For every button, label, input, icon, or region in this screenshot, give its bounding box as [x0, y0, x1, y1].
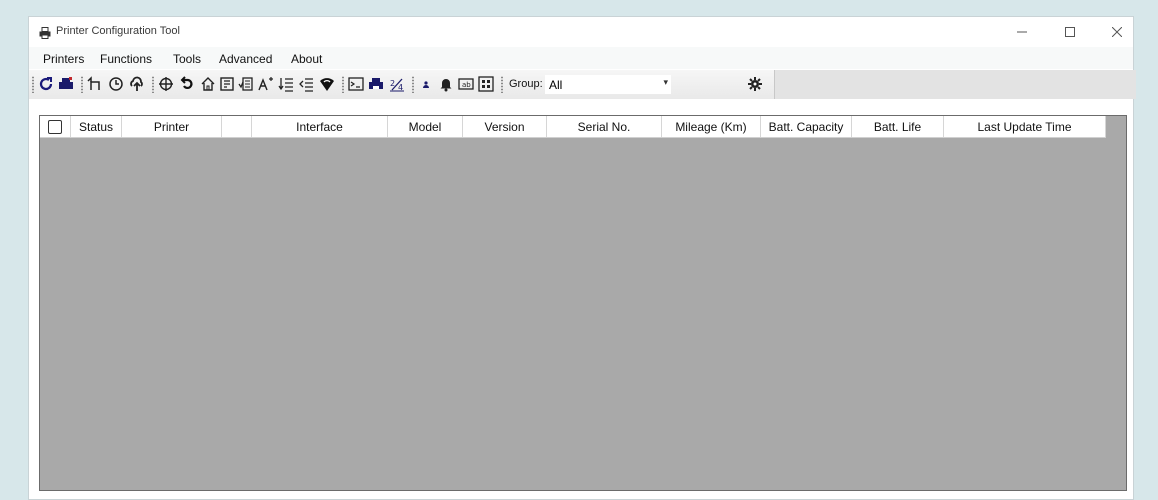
gear-icon[interactable] [747, 76, 763, 92]
cloud-upload-icon[interactable] [129, 76, 145, 92]
home-icon[interactable] [200, 76, 216, 92]
menu-about[interactable]: About [291, 52, 322, 66]
group-select-value: All [549, 78, 563, 92]
title-bar[interactable]: Printer Configuration Tool [29, 17, 1133, 47]
close-button[interactable] [1100, 21, 1134, 43]
column-header-version[interactable]: Version [463, 116, 547, 137]
toolbar-separator [412, 76, 414, 93]
terminal-icon[interactable] [348, 76, 364, 92]
printer-settings-icon[interactable] [58, 76, 74, 92]
printer-icon[interactable] [368, 76, 384, 92]
maximize-button[interactable] [1053, 21, 1087, 43]
user-icon[interactable] [418, 76, 434, 92]
group-select[interactable]: All ▾ [545, 75, 671, 94]
menu-functions[interactable]: Functions [100, 52, 152, 66]
grid-header: Status Printer Interface Model Version S… [40, 116, 1106, 138]
clock-icon[interactable] [108, 76, 124, 92]
label-icon[interactable] [219, 76, 235, 92]
printer-list-grid[interactable]: Status Printer Interface Model Version S… [39, 115, 1127, 491]
font-size-icon[interactable] [258, 76, 274, 92]
toolbar-separator [152, 76, 154, 93]
refresh-icon[interactable] [38, 76, 54, 92]
undo-icon[interactable] [179, 76, 195, 92]
bell-icon[interactable] [438, 76, 454, 92]
target-icon[interactable] [158, 76, 174, 92]
select-all-header[interactable] [40, 116, 71, 137]
column-header-serial-no[interactable]: Serial No. [547, 116, 662, 137]
feed-icon[interactable] [87, 76, 103, 92]
column-header-last-update-time[interactable]: Last Update Time [944, 116, 1106, 137]
column-header-printer[interactable]: Printer [122, 116, 222, 137]
percent-icon[interactable]: 24 [389, 76, 405, 92]
text-field-icon[interactable]: ab [458, 76, 474, 92]
toolbar-grip[interactable] [32, 76, 34, 93]
window-title: Printer Configuration Tool [56, 25, 180, 37]
menu-advanced[interactable]: Advanced [219, 52, 272, 66]
menu-tools[interactable]: Tools [173, 52, 201, 66]
svg-text:ab: ab [462, 81, 471, 89]
column-header-batt-capacity[interactable]: Batt. Capacity [761, 116, 852, 137]
printer-app-icon [39, 26, 51, 39]
toolbar-separator [501, 76, 503, 93]
toolbar-separator [81, 76, 83, 93]
document-check-icon[interactable] [238, 76, 254, 92]
wireless-shield-icon[interactable] [319, 76, 335, 92]
select-all-checkbox[interactable] [48, 119, 62, 134]
app-window: Printer Configuration Tool Printers Func… [28, 16, 1136, 500]
column-header-model[interactable]: Model [388, 116, 463, 137]
menu-bar: Printers Functions Tools Advanced About [29, 47, 1133, 69]
sort-list-icon[interactable] [278, 76, 294, 92]
column-header-mileage[interactable]: Mileage (Km) [662, 116, 761, 137]
column-header-interface[interactable]: Interface [252, 116, 388, 137]
toolbar: 24 ab Group: All ▾ [29, 70, 1136, 99]
toolbar-separator [342, 76, 344, 93]
toolbar-empty-area [774, 70, 1136, 99]
column-header-blank[interactable] [222, 116, 252, 137]
minimize-button[interactable] [1005, 21, 1039, 43]
column-header-status[interactable]: Status [71, 116, 122, 137]
column-header-batt-life[interactable]: Batt. Life [852, 116, 944, 137]
indent-list-icon[interactable] [298, 76, 314, 92]
menu-printers[interactable]: Printers [43, 52, 84, 66]
group-label: Group: [509, 78, 543, 90]
dropdown-arrow-icon: ▾ [663, 77, 668, 87]
qr-code-icon[interactable] [478, 76, 494, 92]
